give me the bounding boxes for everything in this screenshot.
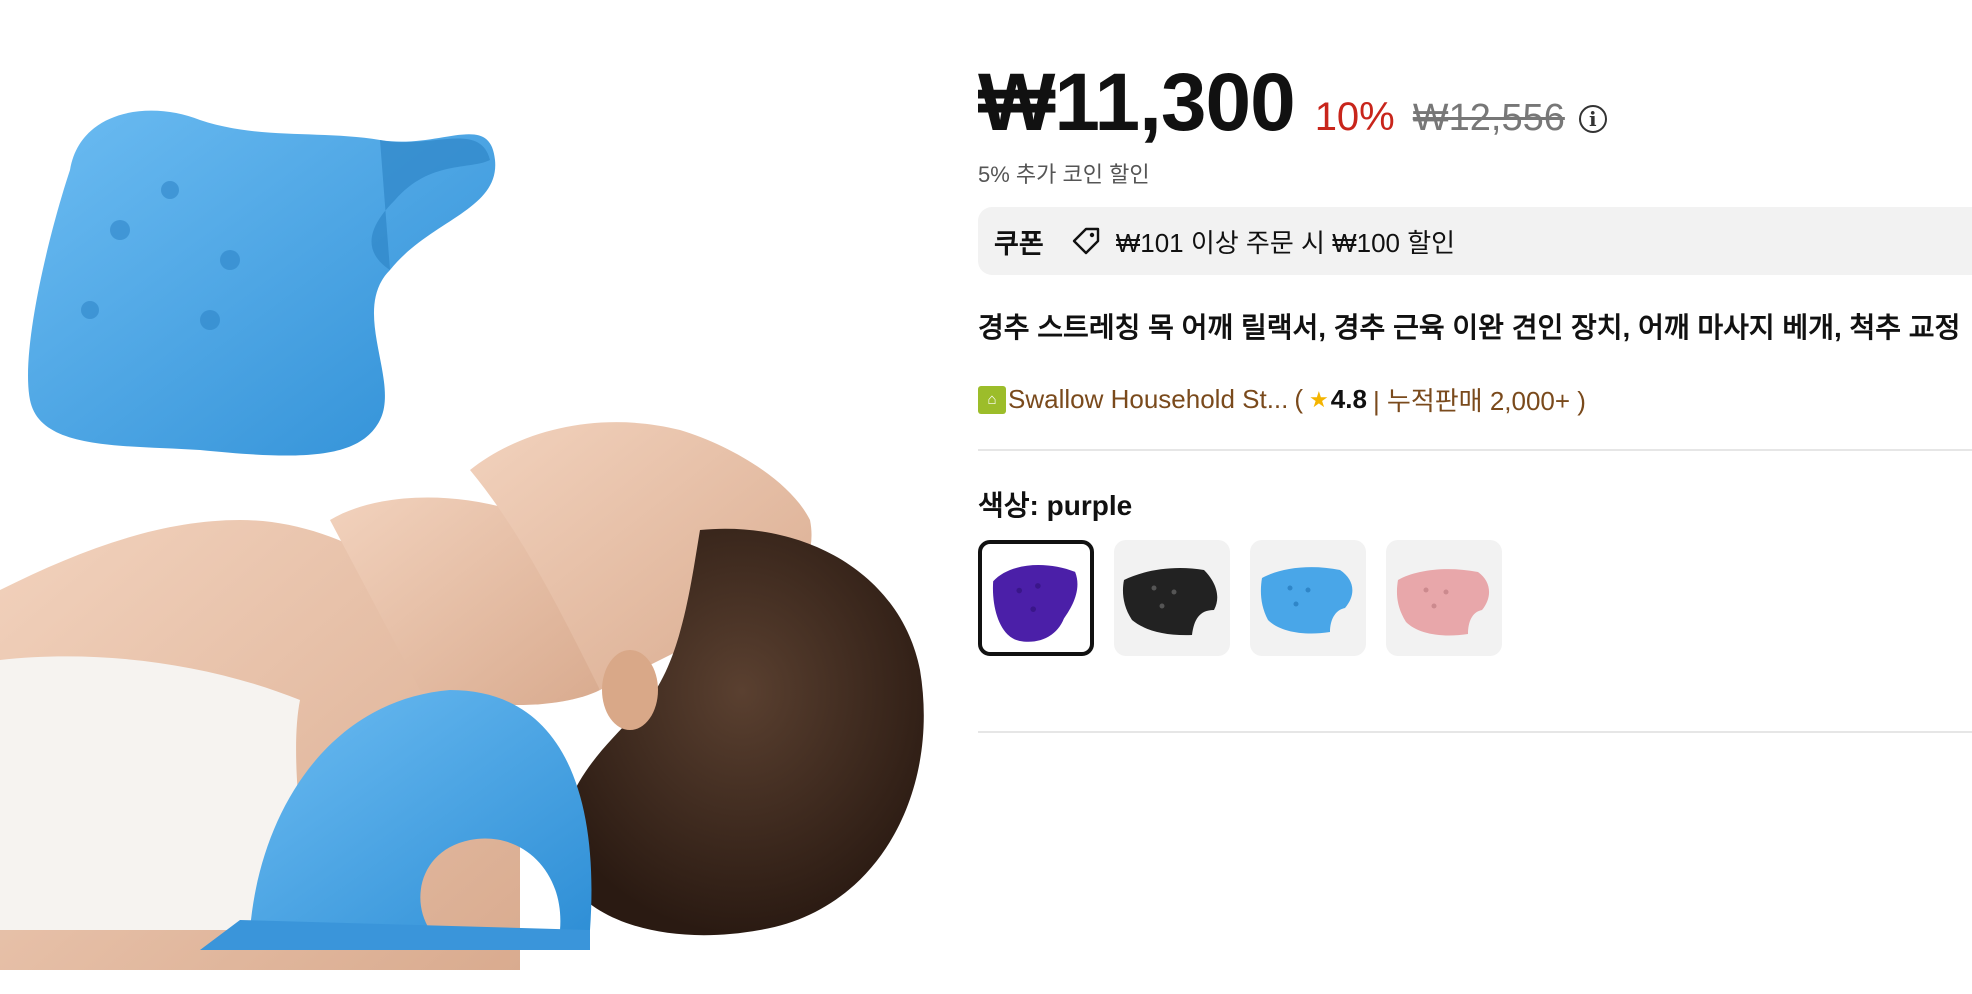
- swatch-purple[interactable]: [978, 540, 1094, 656]
- coupon-label: 쿠폰: [994, 228, 1044, 259]
- price-row: ₩11,300 10% ₩12,556 i: [978, 62, 1607, 144]
- store-sales: | 누적판매 2,000+ ): [1372, 386, 1586, 416]
- product-main-image[interactable]: [0, 50, 935, 970]
- swatch-purple-image: [992, 565, 1078, 642]
- swatch-black[interactable]: [1114, 540, 1230, 656]
- current-price: ₩11,300: [978, 57, 1296, 148]
- info-icon[interactable]: i: [1578, 105, 1607, 133]
- store-rating: 4.8: [1330, 384, 1367, 414]
- swatch-pink[interactable]: [1386, 540, 1502, 656]
- color-swatches: [978, 540, 1502, 656]
- coupon-text: ₩101 이상 주문 시 ₩100 할인: [1115, 227, 1456, 258]
- store-name[interactable]: Swallow Household St...: [1008, 384, 1288, 415]
- product-illustration: [0, 50, 935, 970]
- swatch-pink-image: [1396, 569, 1490, 636]
- divider: [978, 731, 1972, 733]
- store-paren: (: [1294, 384, 1304, 414]
- store-row[interactable]: ⌂ Swallow Household St... ( ★ 4.8 | 누적판매…: [978, 381, 1586, 418]
- swatch-blue-image: [1260, 567, 1353, 634]
- swatch-blue[interactable]: [1250, 540, 1366, 656]
- store-icon: ⌂: [978, 385, 1006, 414]
- original-price: ₩12,556: [1412, 97, 1565, 139]
- star-icon: ★: [1309, 386, 1329, 412]
- product-title: 경추 스트레칭 목 어깨 릴랙서, 경추 근육 이완 견인 장치, 어깨 마사지…: [978, 312, 1961, 343]
- tag-icon: [1070, 225, 1102, 257]
- divider: [978, 449, 1972, 451]
- coin-discount-note: 5% 추가 코인 할인: [978, 162, 1150, 187]
- swatch-black-image: [1122, 568, 1218, 636]
- coupon-banner[interactable]: 쿠폰 ₩101 이상 주문 시 ₩100 할인: [978, 207, 1972, 275]
- color-label: 색상: purple: [978, 490, 1133, 521]
- discount-percent: 10%: [1314, 95, 1395, 139]
